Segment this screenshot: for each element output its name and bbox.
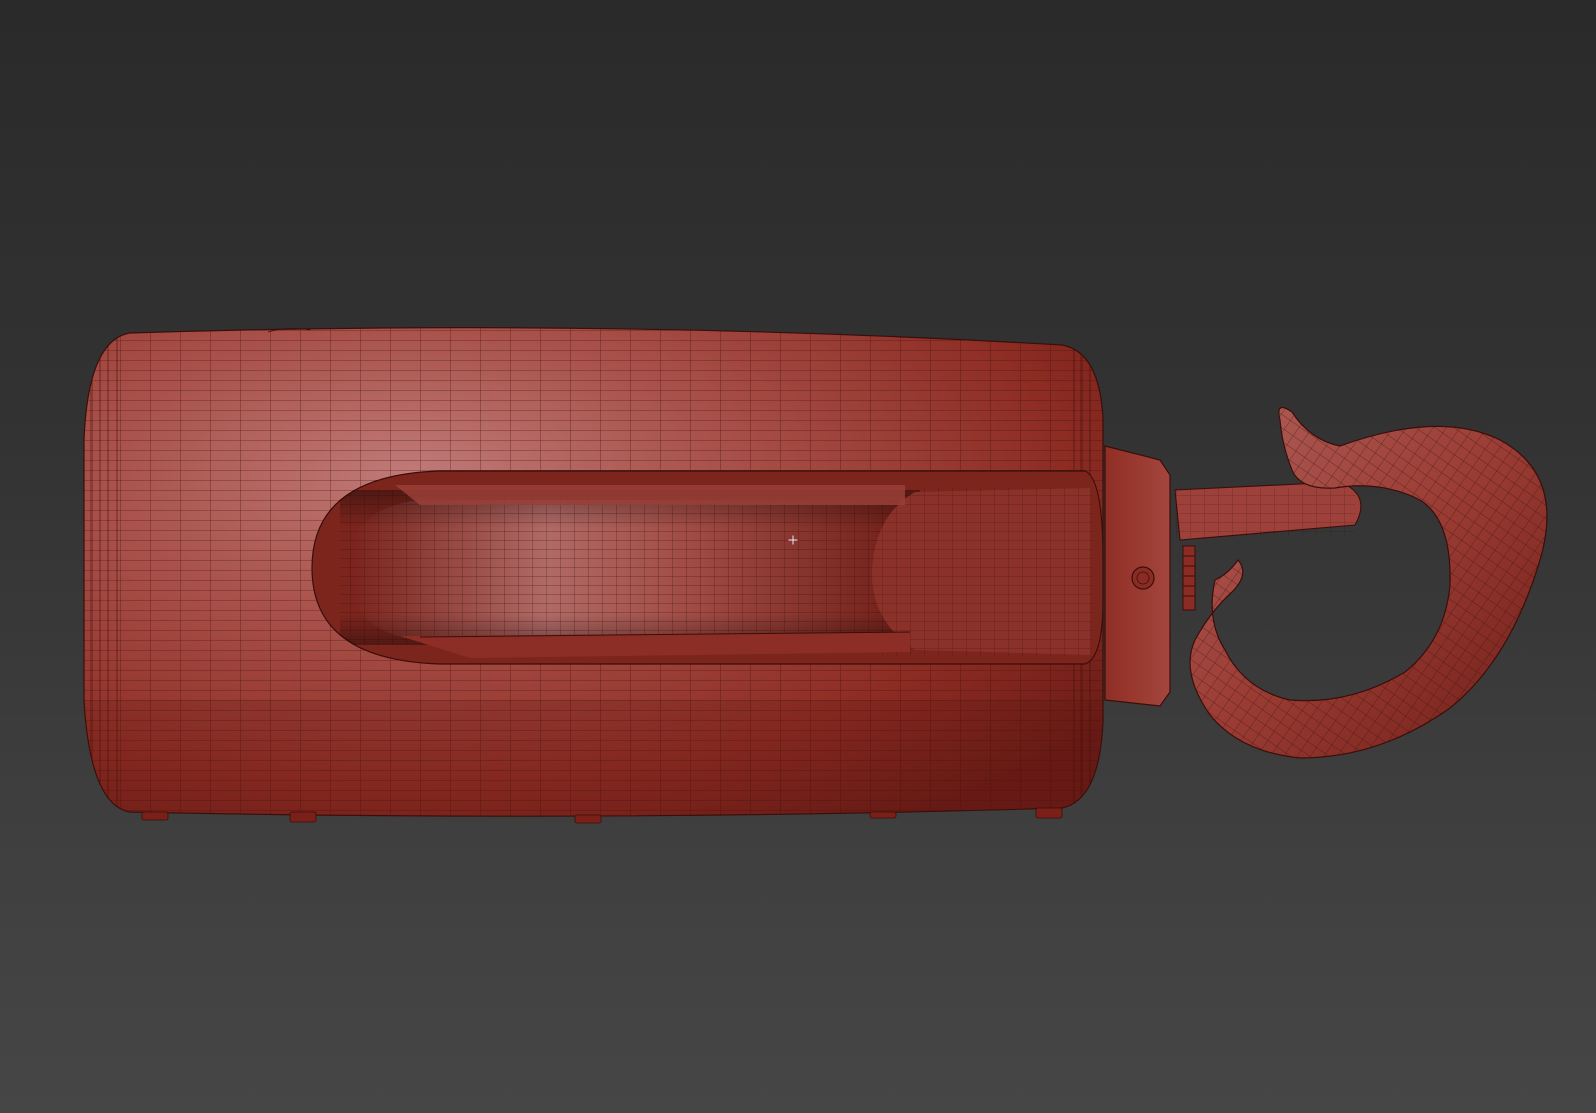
carabiner-hook[interactable] — [1170, 390, 1570, 770]
mount-screw — [1131, 566, 1155, 590]
crosshair-icon — [788, 535, 798, 545]
hook-mount[interactable] — [1104, 445, 1171, 707]
hook-bracket[interactable] — [1174, 481, 1362, 611]
handle-slot — [311, 470, 1104, 665]
3d-viewport[interactable] — [0, 0, 1596, 1113]
scene-canvas[interactable] — [0, 0, 1596, 1113]
